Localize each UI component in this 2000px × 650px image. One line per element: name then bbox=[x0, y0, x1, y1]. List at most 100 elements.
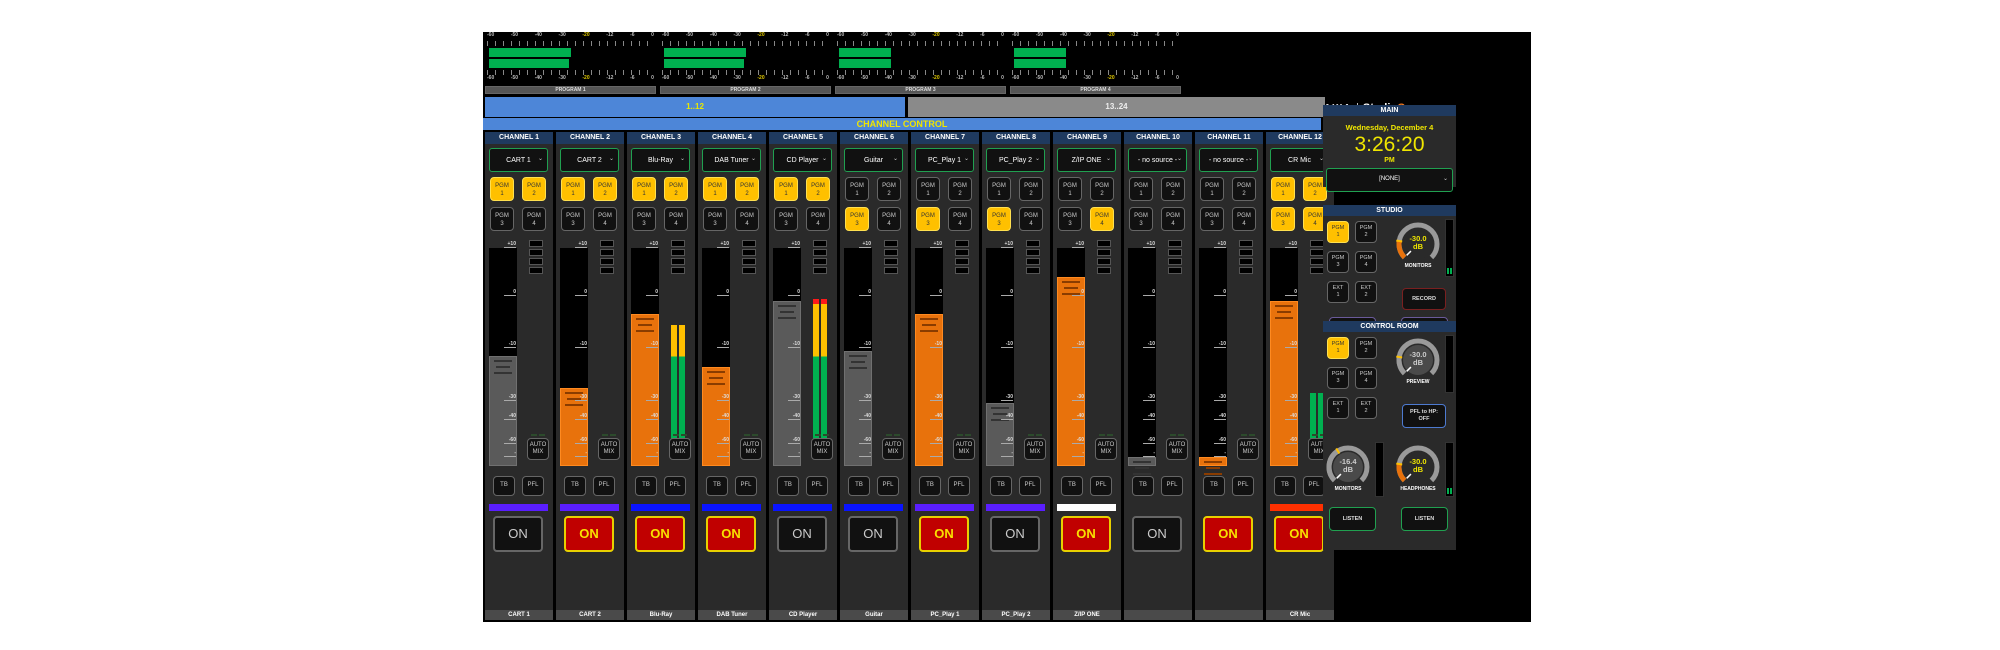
pgm-1-button[interactable]: PGM 1 bbox=[561, 177, 585, 201]
pgm-4-button[interactable]: PGM 4 bbox=[1019, 207, 1043, 231]
source-select[interactable]: CART 2 ⌄ bbox=[560, 148, 619, 172]
fader-handle[interactable] bbox=[844, 350, 872, 466]
source-select[interactable]: PC_Play 1 ⌄ bbox=[915, 148, 974, 172]
automix-button[interactable]: AUTO MIX bbox=[1024, 438, 1046, 460]
fader-handle[interactable] bbox=[1128, 457, 1156, 476]
fader[interactable]: +10 0 -10 -30 -40 -60 - bbox=[986, 242, 1014, 466]
ext-2-button[interactable]: EXT 2 bbox=[1355, 281, 1377, 303]
talkback-button[interactable]: TB bbox=[706, 476, 728, 496]
pgm-4-button[interactable]: PGM 4 bbox=[948, 207, 972, 231]
pgm-2-button[interactable]: PGM 2 bbox=[806, 177, 830, 201]
channel-on-button[interactable]: ON bbox=[706, 516, 756, 552]
source-select[interactable]: DAB Tuner ⌄ bbox=[702, 148, 761, 172]
pgm-2-button[interactable]: PGM 2 bbox=[1232, 177, 1256, 201]
automix-button[interactable]: AUTO MIX bbox=[598, 438, 620, 460]
pgm-1-button[interactable]: PGM 1 bbox=[845, 177, 869, 201]
channel-on-button[interactable]: ON bbox=[564, 516, 614, 552]
pgm-3-button[interactable]: PGM 3 bbox=[845, 207, 869, 231]
automix-button[interactable]: AUTO MIX bbox=[882, 438, 904, 460]
pfl-button[interactable]: PFL bbox=[593, 476, 615, 496]
talkback-button[interactable]: TB bbox=[493, 476, 515, 496]
studio-monitors-knob[interactable]: -30.0 dB bbox=[1395, 221, 1441, 267]
pgm-2-button[interactable]: PGM 2 bbox=[1355, 221, 1377, 243]
source-select[interactable]: CD Player ⌄ bbox=[773, 148, 832, 172]
automix-button[interactable]: AUTO MIX bbox=[1095, 438, 1117, 460]
pfl-button[interactable]: PFL bbox=[806, 476, 828, 496]
talkback-button[interactable]: TB bbox=[848, 476, 870, 496]
ext-1-button[interactable]: EXT 1 bbox=[1327, 281, 1349, 303]
pfl-button[interactable]: PFL bbox=[948, 476, 970, 496]
source-select[interactable]: Guitar ⌄ bbox=[844, 148, 903, 172]
pfl-button[interactable]: PFL bbox=[1232, 476, 1254, 496]
pgm-2-button[interactable]: PGM 2 bbox=[948, 177, 972, 201]
pgm-3-button[interactable]: PGM 3 bbox=[1200, 207, 1224, 231]
headphones-knob[interactable]: -30.0 dB bbox=[1395, 444, 1441, 490]
pgm-4-button[interactable]: PGM 4 bbox=[593, 207, 617, 231]
pgm-2-button[interactable]: PGM 2 bbox=[664, 177, 688, 201]
pgm-3-button[interactable]: PGM 3 bbox=[1271, 207, 1295, 231]
fader[interactable]: +10 0 -10 -30 -40 -60 - bbox=[1270, 242, 1298, 466]
pgm-3-button[interactable]: PGM 3 bbox=[1327, 367, 1349, 389]
fader[interactable]: +10 0 -10 -30 -40 -60 - bbox=[702, 242, 730, 466]
source-select[interactable]: CR Mic ⌄ bbox=[1270, 148, 1329, 172]
channel-on-button[interactable]: ON bbox=[1203, 516, 1253, 552]
channel-on-button[interactable]: ON bbox=[493, 516, 543, 552]
source-select[interactable]: Blu-Ray ⌄ bbox=[631, 148, 690, 172]
pgm-4-button[interactable]: PGM 4 bbox=[1090, 207, 1114, 231]
pgm-3-button[interactable]: PGM 3 bbox=[561, 207, 585, 231]
pgm-2-button[interactable]: PGM 2 bbox=[1355, 337, 1377, 359]
pgm-3-button[interactable]: PGM 3 bbox=[774, 207, 798, 231]
source-select[interactable]: PC_Play 2 ⌄ bbox=[986, 148, 1045, 172]
pgm-3-button[interactable]: PGM 3 bbox=[490, 207, 514, 231]
channel-on-button[interactable]: ON bbox=[1061, 516, 1111, 552]
pgm-3-button[interactable]: PGM 3 bbox=[916, 207, 940, 231]
record-button[interactable]: RECORD bbox=[1402, 288, 1446, 310]
pgm-1-button[interactable]: PGM 1 bbox=[774, 177, 798, 201]
fader[interactable]: +10 0 -10 -30 -40 -60 - bbox=[1057, 242, 1085, 466]
pfl-button[interactable]: PFL bbox=[664, 476, 686, 496]
channel-on-button[interactable]: ON bbox=[848, 516, 898, 552]
pgm-4-button[interactable]: PGM 4 bbox=[1232, 207, 1256, 231]
fader[interactable]: +10 0 -10 -30 -40 -60 - bbox=[915, 242, 943, 466]
pgm-1-button[interactable]: PGM 1 bbox=[1271, 177, 1295, 201]
pgm-1-button[interactable]: PGM 1 bbox=[490, 177, 514, 201]
pgm-4-button[interactable]: PGM 4 bbox=[664, 207, 688, 231]
talkback-button[interactable]: TB bbox=[919, 476, 941, 496]
pgm-3-button[interactable]: PGM 3 bbox=[1058, 207, 1082, 231]
source-select[interactable]: - no source - ⌄ bbox=[1199, 148, 1258, 172]
pgm-2-button[interactable]: PGM 2 bbox=[1161, 177, 1185, 201]
channel-on-button[interactable]: ON bbox=[990, 516, 1040, 552]
pgm-3-button[interactable]: PGM 3 bbox=[987, 207, 1011, 231]
cr-monitors-knob[interactable]: -16.4 dB bbox=[1325, 444, 1371, 490]
talkback-button[interactable]: TB bbox=[777, 476, 799, 496]
pgm-1-button[interactable]: PGM 1 bbox=[703, 177, 727, 201]
automix-button[interactable]: AUTO MIX bbox=[669, 438, 691, 460]
pgm-4-button[interactable]: PGM 4 bbox=[1355, 251, 1377, 273]
pgm-2-button[interactable]: PGM 2 bbox=[522, 177, 546, 201]
pgm-4-button[interactable]: PGM 4 bbox=[735, 207, 759, 231]
pgm-2-button[interactable]: PGM 2 bbox=[1090, 177, 1114, 201]
pgm-1-button[interactable]: PGM 1 bbox=[987, 177, 1011, 201]
pfl-button[interactable]: PFL bbox=[735, 476, 757, 496]
pgm-2-button[interactable]: PGM 2 bbox=[877, 177, 901, 201]
pgm-1-button[interactable]: PGM 1 bbox=[1129, 177, 1153, 201]
pgm-1-button[interactable]: PGM 1 bbox=[632, 177, 656, 201]
talkback-button[interactable]: TB bbox=[1274, 476, 1296, 496]
fader[interactable]: +10 0 -10 -30 -40 -60 - bbox=[1128, 242, 1156, 476]
talkback-button[interactable]: TB bbox=[1061, 476, 1083, 496]
ext-2-button[interactable]: EXT 2 bbox=[1355, 397, 1377, 419]
talkback-button[interactable]: TB bbox=[990, 476, 1012, 496]
pgm-2-button[interactable]: PGM 2 bbox=[735, 177, 759, 201]
pgm-3-button[interactable]: PGM 3 bbox=[1129, 207, 1153, 231]
fader[interactable]: +10 0 -10 -30 -40 -60 - bbox=[1199, 242, 1227, 476]
pgm-1-button[interactable]: PGM 1 bbox=[916, 177, 940, 201]
listen-headphones-button[interactable]: LISTEN bbox=[1401, 507, 1448, 531]
pfl-button[interactable]: PFL bbox=[1090, 476, 1112, 496]
automix-button[interactable]: AUTO MIX bbox=[527, 438, 549, 460]
pfl-button[interactable]: PFL bbox=[877, 476, 899, 496]
pgm-3-button[interactable]: PGM 3 bbox=[632, 207, 656, 231]
pgm-1-button[interactable]: PGM 1 bbox=[1058, 177, 1082, 201]
channel-on-button[interactable]: ON bbox=[919, 516, 969, 552]
channel-on-button[interactable]: ON bbox=[1132, 516, 1182, 552]
listen-monitors-button[interactable]: LISTEN bbox=[1329, 507, 1376, 531]
